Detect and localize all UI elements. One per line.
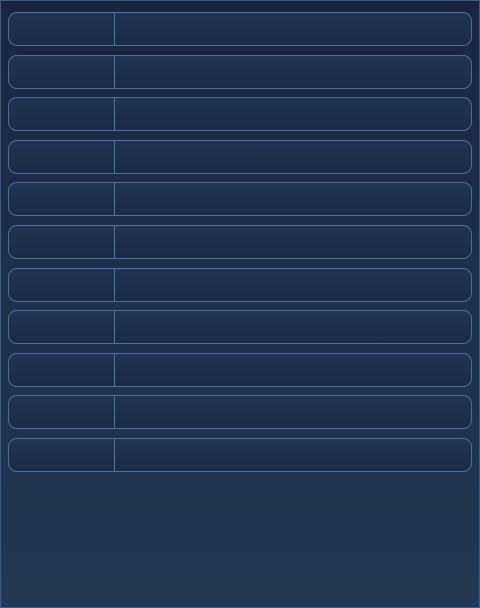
- property-name-cell: [9, 55, 115, 88]
- property-value-cell[interactable]: [115, 354, 471, 386]
- property-name-cell: [9, 13, 115, 45]
- property-name-cell: [9, 183, 115, 216]
- property-row[interactable]: [8, 182, 472, 217]
- property-value-cell[interactable]: [115, 56, 471, 88]
- property-value-cell[interactable]: [115, 98, 471, 130]
- property-value-cell[interactable]: [115, 439, 471, 471]
- property-row[interactable]: [8, 139, 472, 174]
- property-row[interactable]: [8, 224, 472, 259]
- property-name-cell: [9, 396, 115, 429]
- property-value-cell[interactable]: [115, 311, 471, 343]
- property-row[interactable]: [8, 352, 472, 387]
- property-value-cell[interactable]: [115, 269, 471, 301]
- property-value-cell[interactable]: [115, 141, 471, 173]
- property-panel: [0, 0, 480, 608]
- property-value-cell[interactable]: [115, 183, 471, 215]
- property-row[interactable]: [8, 267, 472, 302]
- property-name-cell: [9, 98, 115, 131]
- property-value-cell[interactable]: [115, 13, 471, 45]
- property-row[interactable]: [8, 54, 472, 89]
- property-row[interactable]: [8, 437, 472, 472]
- property-row[interactable]: [8, 395, 472, 430]
- property-row[interactable]: [8, 97, 472, 132]
- property-name-cell: [9, 438, 115, 471]
- property-name-cell: [9, 225, 115, 258]
- property-row[interactable]: [8, 310, 472, 345]
- property-name-cell: [9, 140, 115, 173]
- property-list: [8, 12, 472, 481]
- property-value-cell[interactable]: [115, 396, 471, 428]
- property-name-cell: [9, 268, 115, 301]
- property-row[interactable]: [8, 12, 472, 46]
- property-name-cell: [9, 311, 115, 344]
- property-name-cell: [9, 353, 115, 386]
- property-value-cell[interactable]: [115, 226, 471, 258]
